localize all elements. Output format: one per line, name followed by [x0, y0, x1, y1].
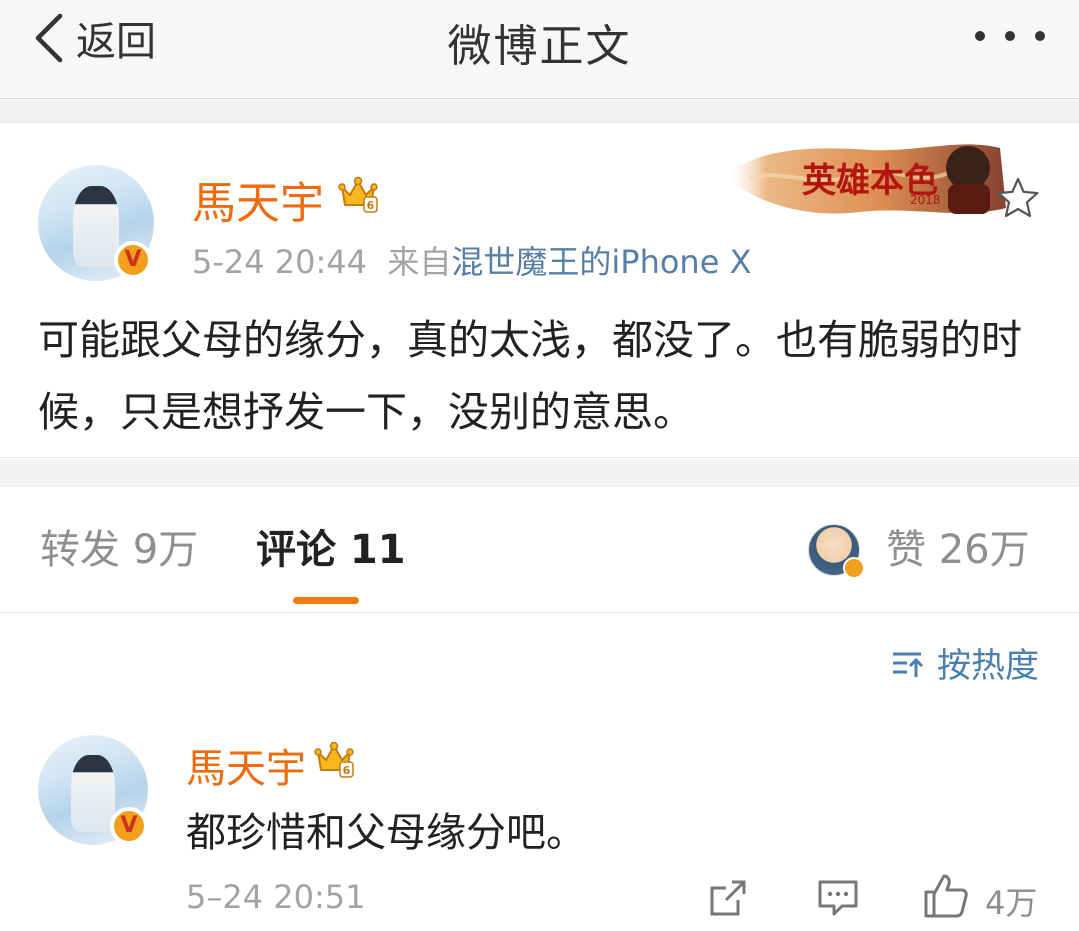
- author-name[interactable]: 馬天宇: [192, 167, 324, 231]
- comment-time: 5–24 20:51: [186, 878, 366, 916]
- member-crown-icon: 6: [314, 741, 354, 778]
- share-icon[interactable]: [706, 876, 750, 920]
- interaction-tabs: 转发 9万 评论 11 赞 26万: [0, 487, 1079, 613]
- more-dot-icon: [1005, 31, 1015, 41]
- commenter-avatar[interactable]: V: [38, 735, 148, 845]
- post-source-link[interactable]: 混世魔王的iPhone X: [451, 243, 751, 281]
- verified-badge-icon: V: [114, 241, 152, 279]
- sort-label: 按热度: [937, 646, 1039, 686]
- post-meta: 5-24 20:44 来自混世魔王的iPhone X: [192, 237, 752, 283]
- thumbs-up-icon[interactable]: [922, 872, 970, 920]
- section-divider: [0, 459, 1079, 487]
- svg-text:6: 6: [343, 764, 351, 777]
- banner-year: 2018: [910, 193, 941, 207]
- favorite-star-icon[interactable]: [995, 175, 1041, 221]
- post-time: 5-24 20:44: [192, 243, 368, 281]
- sort-by-hot-button[interactable]: 按热度: [891, 638, 1039, 687]
- page-title: 微博正文: [447, 21, 632, 72]
- comment-like-count: 4万: [985, 884, 1038, 922]
- more-options-button[interactable]: [975, 26, 1045, 46]
- liker-avatar[interactable]: [808, 524, 865, 579]
- post-source-prefix: 来自: [387, 243, 452, 281]
- tab-like[interactable]: 赞 26万: [886, 517, 1030, 575]
- verified-badge-icon: V: [110, 807, 148, 845]
- post-content: 可能跟父母的缘分，真的太浅，都没了。也有脆弱的时候，只是想抒发一下，没别的意思。: [38, 316, 1022, 436]
- tab-repost[interactable]: 转发 9万: [40, 517, 198, 575]
- author-avatar[interactable]: V: [38, 165, 154, 281]
- more-dot-icon: [1035, 31, 1045, 41]
- active-tab-indicator: [293, 597, 359, 604]
- commenter-name[interactable]: 馬天宇: [186, 736, 306, 794]
- tab-comment[interactable]: 评论 11: [256, 517, 406, 575]
- more-dot-icon: [975, 31, 985, 41]
- comment-text: 都珍惜和父母缘分吧。: [186, 810, 586, 856]
- nav-bar: 返回 微博正文: [0, 0, 1079, 99]
- verified-badge-icon: [843, 557, 865, 579]
- sort-icon: [893, 652, 924, 677]
- svg-text:6: 6: [367, 199, 375, 212]
- reply-comment-icon[interactable]: [816, 876, 860, 920]
- card-banner-decoration: 英雄本色 2018: [724, 144, 1006, 214]
- section-divider: [0, 100, 1079, 122]
- member-crown-icon: 6: [338, 176, 378, 213]
